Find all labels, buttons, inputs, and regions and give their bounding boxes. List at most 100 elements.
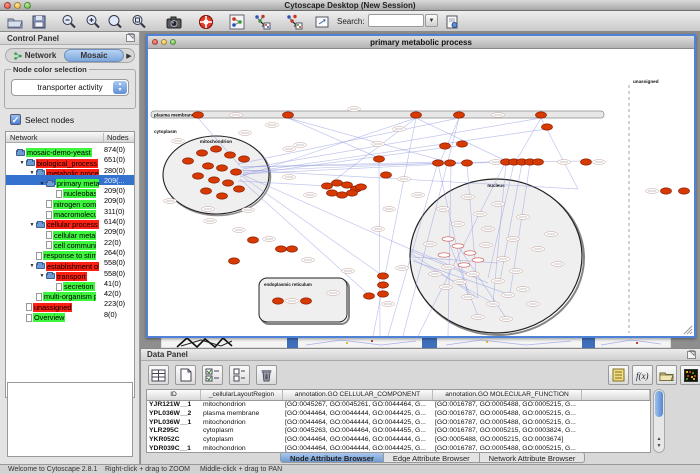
annotation-button[interactable] bbox=[313, 13, 331, 30]
graph-node[interactable] bbox=[661, 188, 672, 194]
graph-node[interactable] bbox=[679, 188, 690, 194]
graph-node[interactable] bbox=[433, 160, 444, 166]
table-row[interactable]: YPL036W__2plasma membrane[GO:0044464, GO… bbox=[147, 410, 650, 419]
scrollbar-arrows[interactable]: ▲▼ bbox=[654, 436, 664, 452]
tab-mosaic[interactable]: Mosaic bbox=[64, 49, 124, 62]
import-attributes-button[interactable] bbox=[656, 365, 677, 385]
create-network-selected-nodes-selected-edges-button[interactable] bbox=[285, 13, 303, 30]
graph-node[interactable] bbox=[209, 177, 220, 183]
notes-button[interactable] bbox=[608, 365, 629, 385]
delete-attribute-button[interactable] bbox=[256, 365, 277, 385]
graph-node[interactable] bbox=[248, 237, 259, 243]
zoom-selected-region-button[interactable] bbox=[130, 13, 148, 30]
tabs-overflow-arrow[interactable]: ▶ bbox=[124, 52, 134, 60]
graph-node[interactable] bbox=[457, 141, 468, 147]
graph-node[interactable] bbox=[542, 124, 553, 130]
graph-node[interactable] bbox=[273, 298, 284, 304]
graph-node[interactable] bbox=[217, 193, 228, 199]
browser-tab-network[interactable]: Network Attribute Browser bbox=[480, 453, 585, 462]
graph-node[interactable] bbox=[287, 246, 298, 252]
search-dropdown-button[interactable]: ▼ bbox=[425, 14, 438, 27]
graph-node[interactable] bbox=[533, 159, 544, 165]
table-row[interactable]: YLR295Ccytoplasm[GO:0045263, GO:0044464,… bbox=[147, 427, 650, 436]
tree-row[interactable]: ▼primary metabo209(... bbox=[6, 175, 134, 185]
graph-node[interactable] bbox=[225, 152, 236, 158]
tree-row[interactable]: nucleobase-209(0) bbox=[6, 185, 134, 195]
graph-node[interactable] bbox=[374, 156, 385, 162]
graph-node[interactable] bbox=[378, 282, 389, 288]
tree-column-nodes[interactable]: Nodes bbox=[103, 133, 129, 142]
graph-node[interactable] bbox=[197, 150, 208, 156]
tree-row[interactable]: response to stimulu264(0) bbox=[6, 247, 134, 257]
tree-row[interactable]: ▼metabolic process280(0) bbox=[6, 165, 134, 175]
scrollbar-thumb[interactable] bbox=[655, 391, 663, 417]
zoom-out-button[interactable] bbox=[60, 13, 78, 30]
tree-row[interactable]: nitrogen compo209(0) bbox=[6, 195, 134, 205]
tree-row[interactable]: mosaic-demo-yeast874(0) bbox=[6, 144, 134, 154]
birds-eye-view[interactable] bbox=[7, 382, 133, 457]
graph-node[interactable] bbox=[445, 160, 456, 166]
tree-row[interactable]: ▼transport558(0) bbox=[6, 268, 134, 278]
graph-node[interactable] bbox=[581, 159, 592, 165]
node-color-select[interactable]: transporter activity ▲▼ bbox=[11, 79, 129, 96]
tree-row[interactable]: secretion41(0) bbox=[6, 278, 134, 288]
graph-node[interactable] bbox=[223, 180, 234, 186]
graph-node[interactable] bbox=[378, 291, 389, 297]
column-cellular-layout-region[interactable]: _cellularLayoutRegion bbox=[201, 390, 283, 400]
graph-node[interactable] bbox=[454, 112, 465, 118]
graph-node[interactable] bbox=[440, 143, 451, 149]
graph-node[interactable] bbox=[231, 169, 242, 175]
tree-row[interactable]: ▼cellular process614(0) bbox=[6, 216, 134, 226]
graph-node[interactable] bbox=[201, 188, 212, 194]
table-row[interactable]: YPL036W__1mitochondrion[GO:0044464, GO:0… bbox=[147, 419, 650, 428]
browser-tab-node[interactable]: Node Attribute Browser bbox=[281, 453, 384, 462]
graph-node[interactable] bbox=[381, 172, 392, 178]
tree-row[interactable]: cellular metabol209(0) bbox=[6, 226, 134, 236]
create-network-selected-nodes-all-edges-button[interactable] bbox=[253, 13, 271, 30]
column-go-molecular-function[interactable]: annotation.GO MOLECULAR_FUNCTION bbox=[433, 390, 582, 400]
table-row[interactable]: YKR052Ccytoplasm[GO:0044464, GO:0044446,… bbox=[147, 436, 650, 445]
graph-node[interactable] bbox=[229, 258, 240, 264]
zoom-fit-button[interactable] bbox=[106, 13, 124, 30]
graph-node[interactable] bbox=[342, 182, 353, 188]
column-go-cellular-component[interactable]: annotation.GO CELLULAR_COMPONENT bbox=[283, 390, 433, 400]
graph-node[interactable] bbox=[234, 186, 245, 192]
open-session-button[interactable] bbox=[6, 13, 24, 30]
graph-node[interactable] bbox=[411, 112, 422, 118]
attribute-table-button[interactable] bbox=[148, 365, 169, 385]
tree-row[interactable]: ▼establishment of lo558(0) bbox=[6, 257, 134, 267]
graph-node[interactable] bbox=[211, 146, 222, 152]
formula-builder-button[interactable]: f(x) bbox=[632, 365, 653, 385]
graph-node[interactable] bbox=[322, 183, 333, 189]
background-network-windows[interactable] bbox=[141, 337, 700, 348]
help-button[interactable] bbox=[197, 13, 215, 30]
network-view-button[interactable] bbox=[228, 13, 246, 30]
graph-node[interactable] bbox=[337, 192, 348, 198]
graph-node[interactable] bbox=[332, 180, 343, 186]
network-window-titlebar[interactable]: primary metabolic process bbox=[148, 36, 694, 49]
data-panel-float-icon[interactable] bbox=[687, 351, 696, 359]
column-id[interactable]: ID bbox=[147, 390, 201, 400]
graph-node[interactable] bbox=[183, 158, 194, 164]
graph-node[interactable] bbox=[276, 246, 287, 252]
graph-node[interactable] bbox=[378, 273, 389, 279]
tab-network[interactable]: Network bbox=[6, 49, 64, 62]
graph-node[interactable] bbox=[203, 163, 214, 169]
graph-node[interactable] bbox=[301, 298, 312, 304]
browser-tab-edge[interactable]: Edge Attribute Browser bbox=[384, 453, 480, 462]
table-scrollbar[interactable]: ▲▼ bbox=[653, 389, 665, 453]
tree-column-network[interactable]: Network bbox=[10, 133, 38, 142]
graph-node[interactable] bbox=[193, 173, 204, 179]
graph-node[interactable] bbox=[462, 160, 473, 166]
table-row[interactable]: YJR121W__1mitochondrion[GO:0045267, GO:0… bbox=[147, 401, 650, 410]
zoom-in-button[interactable] bbox=[84, 13, 102, 30]
graph-node[interactable] bbox=[283, 112, 294, 118]
network-canvas[interactable]: plasma membranecytoplasmmitochondrionnuc… bbox=[148, 49, 694, 336]
select-attributes-button[interactable] bbox=[202, 365, 223, 385]
tree-row[interactable]: unassigned223(0) bbox=[6, 298, 134, 308]
float-panel-icon[interactable] bbox=[126, 34, 135, 42]
tree-row[interactable]: multi-organism pro42(0) bbox=[6, 288, 134, 298]
matrix-button[interactable] bbox=[680, 365, 700, 385]
search-options-button[interactable] bbox=[443, 13, 461, 30]
tree-row[interactable]: macromolecule311(0) bbox=[6, 206, 134, 216]
